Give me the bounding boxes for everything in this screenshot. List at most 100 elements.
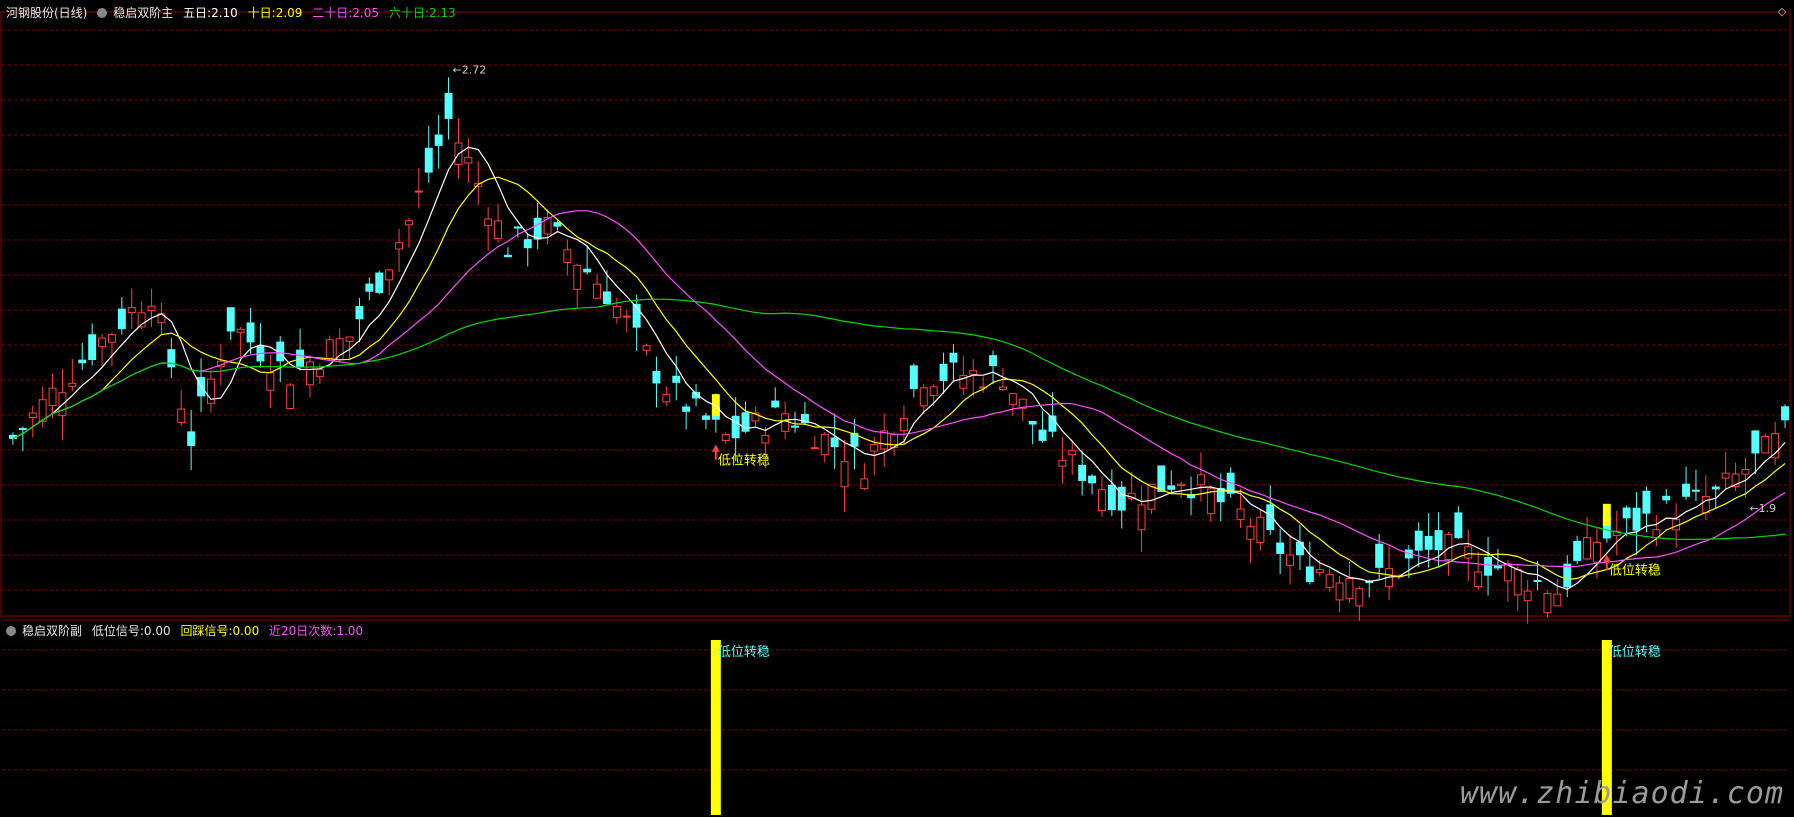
candle-body: [1315, 569, 1324, 574]
candle-body: [969, 370, 978, 375]
candle-body: [1622, 507, 1631, 519]
sub-indicator-toggle-icon[interactable]: [6, 626, 16, 636]
signal-value: 0.00: [143, 624, 171, 638]
candle-body: [325, 339, 334, 359]
candle-body: [266, 372, 275, 391]
sub-signal-label: 低位转稳: [718, 644, 770, 660]
candle-body: [820, 433, 829, 456]
candle-body: [771, 400, 780, 408]
main-panel-border: [0, 11, 1791, 617]
candle-body: [1771, 433, 1780, 459]
candle-body: [1295, 541, 1304, 556]
candle-body: [513, 226, 522, 229]
candle-body: [1464, 546, 1473, 559]
indicator-toggle-icon[interactable]: [97, 8, 108, 18]
candle-body: [672, 375, 681, 383]
stock-name[interactable]: 河钢股份(日线): [6, 6, 87, 20]
signal-label: 低位转稳: [1609, 563, 1661, 579]
candle-body: [1256, 516, 1265, 544]
candle-body: [127, 307, 136, 314]
candle-body: [1375, 543, 1384, 568]
candle-body: [1543, 593, 1552, 614]
candle-body: [335, 338, 344, 361]
candle-body: [761, 434, 770, 444]
candle-body: [444, 92, 453, 119]
candle-body: [939, 363, 948, 381]
candle-body: [1721, 472, 1730, 479]
candle-body: [494, 220, 503, 240]
candle-body: [305, 361, 314, 386]
candle-body: [1682, 483, 1691, 497]
pullback-value: 0.00: [232, 624, 260, 638]
candle-body: [1523, 590, 1532, 602]
ma20-value: 2.05: [352, 6, 379, 20]
candle-body: [365, 283, 374, 292]
main-indicator-name[interactable]: 稳启双阶主: [113, 6, 173, 20]
candle-body: [1493, 565, 1502, 569]
candle-body: [355, 306, 364, 320]
candle-body: [147, 305, 156, 312]
candle-body: [1454, 512, 1463, 539]
candle-body: [1177, 483, 1186, 486]
candle-body: [78, 359, 87, 364]
ma10-value: 2.09: [275, 6, 303, 20]
main-header: 河钢股份(日线) 稳启双阶主 五日:2.10 十日:2.09 二十日:2.05 …: [6, 6, 462, 20]
candle-body: [1781, 406, 1790, 421]
candle-body: [899, 417, 908, 432]
candle-body: [177, 408, 186, 423]
sub-indicator-name[interactable]: 稳启双阶副: [22, 624, 82, 638]
candle-body: [385, 269, 394, 281]
candle-body: [1484, 557, 1493, 576]
candle-body: [1563, 563, 1572, 588]
candle-body: [395, 242, 404, 250]
candle-body: [563, 249, 572, 263]
candle-body: [1246, 526, 1255, 540]
candle-body: [840, 460, 849, 488]
ma20-label: 二十日:: [312, 6, 353, 20]
candle-body: [652, 371, 661, 384]
candle-body: [1196, 474, 1205, 486]
candle-body: [1097, 489, 1106, 512]
candle-body: [1276, 542, 1285, 554]
signal-bar: [710, 640, 721, 815]
moving-averages: [12, 146, 1786, 591]
candle-body: [1513, 569, 1522, 596]
candle-body: [602, 291, 611, 305]
candle-body: [622, 315, 631, 318]
candle-body: [1088, 475, 1097, 484]
candle-body: [187, 431, 196, 446]
sub-header: 稳启双阶副 低位信号:0.00 回踩信号:0.00 近20日次数:1.00: [6, 624, 369, 638]
candle-body: [1533, 579, 1542, 582]
candle-body: [1691, 489, 1700, 492]
candle-body: [1345, 577, 1354, 600]
candle-body: [28, 412, 37, 419]
candle-body: [830, 437, 839, 448]
panel-menu-icon[interactable]: ◇: [1776, 6, 1788, 18]
candle-body: [1701, 495, 1710, 514]
candle-body: [662, 393, 671, 403]
candle-body: [88, 334, 97, 361]
candle-body: [682, 406, 691, 412]
candle-body: [424, 147, 433, 173]
ma10-label: 十日:: [247, 6, 276, 20]
candle-body: [414, 190, 423, 193]
candle-body: [1434, 530, 1443, 551]
candle-body: [593, 283, 602, 299]
candle-body: [1078, 464, 1087, 481]
candle-body: [1137, 504, 1146, 531]
chart-canvas[interactable]: ←2.72←1.9低位转稳低位转稳 低位转稳 低位转稳: [0, 0, 1794, 817]
candle-body: [1167, 485, 1176, 490]
candle-body: [1592, 542, 1601, 563]
candle-body: [107, 334, 116, 343]
candle-body: [1305, 566, 1314, 583]
candle-body: [998, 386, 1007, 390]
signal-candle: [1602, 503, 1611, 526]
ma5-label: 五日:: [183, 6, 212, 20]
candle-body: [1058, 459, 1067, 467]
candle-body: [701, 415, 710, 420]
candle-body: [117, 308, 126, 330]
ma60-line: [12, 298, 1786, 540]
candle-body: [533, 217, 542, 240]
candle-body: [48, 387, 57, 407]
count-value: 1.00: [336, 624, 364, 638]
